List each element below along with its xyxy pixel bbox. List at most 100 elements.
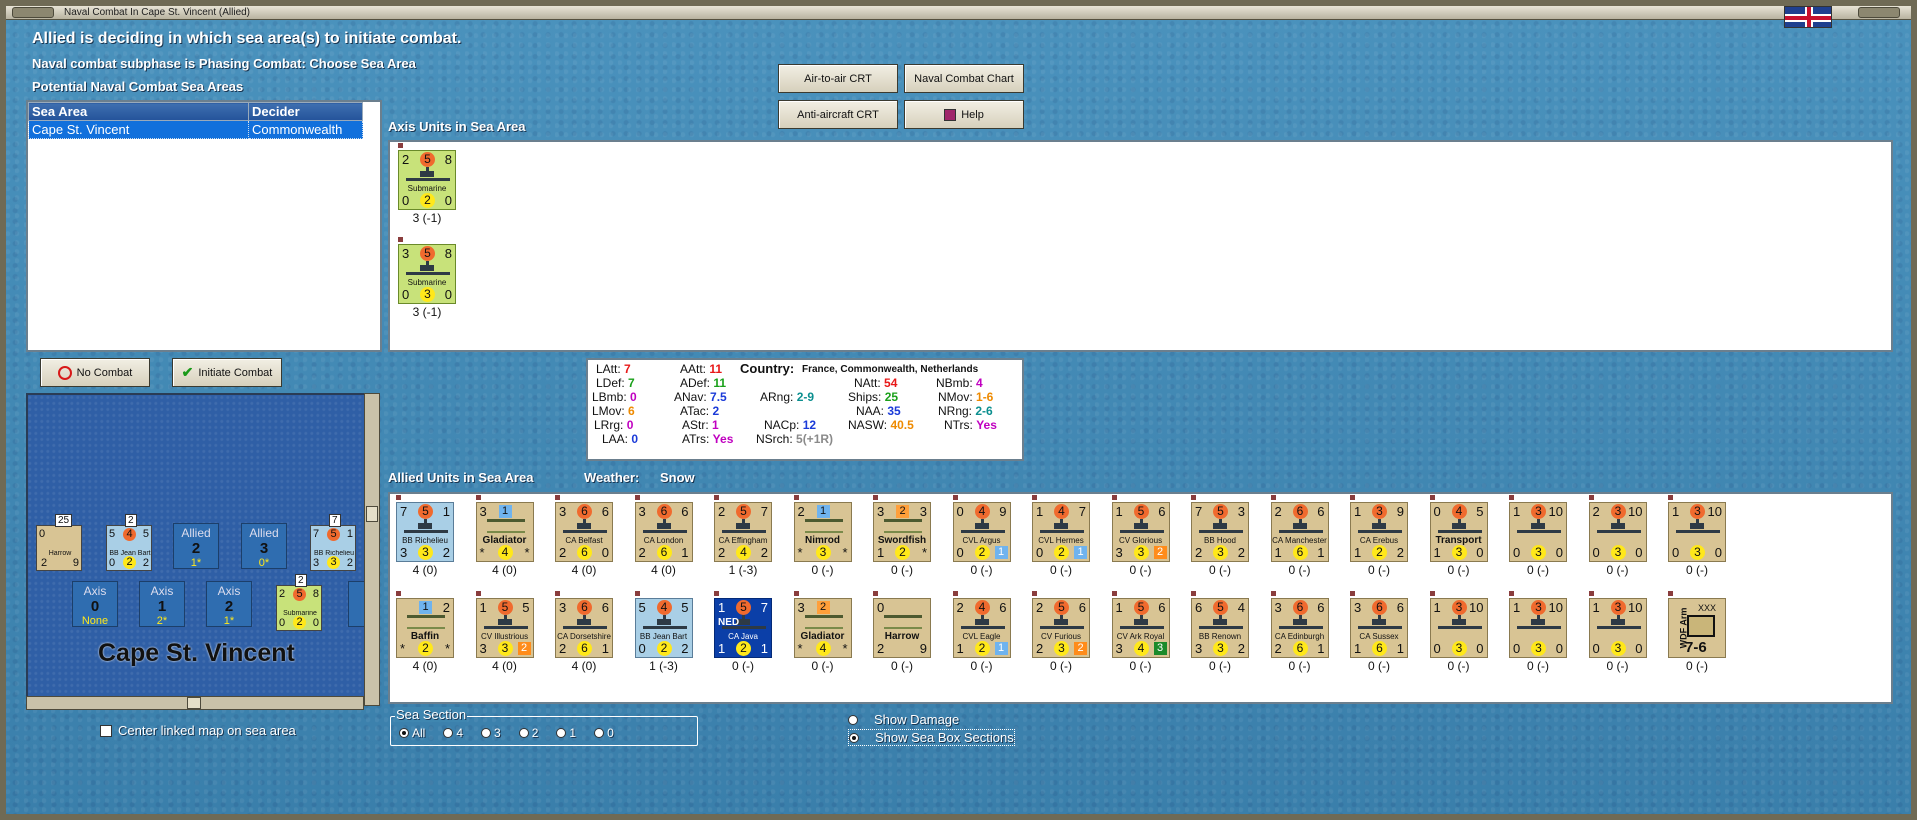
unit-counter[interactable]: WDF Arm 7-6 XXX — [1668, 598, 1726, 658]
vertical-scroll-thumb[interactable] — [366, 506, 378, 522]
window-menu-icon[interactable] — [12, 7, 54, 18]
unit-counter[interactable]: 0 9 4 CVL Argus 0 2 1 — [952, 502, 1011, 562]
unit-counter[interactable]: 3 8 5 Submarine 0 3 0 — [398, 244, 456, 304]
radio-circle[interactable] — [556, 728, 567, 738]
radio-circle[interactable] — [848, 714, 858, 725]
axis-sea-box[interactable]: Axis 0 None — [72, 581, 118, 627]
sea-area-list[interactable]: Sea Area Decider Cape St. Vincent Common… — [26, 100, 382, 352]
show-sea-box-radio[interactable]: Show Sea Box Sections — [848, 729, 1015, 746]
unit-name: CV Illustrious — [480, 632, 529, 641]
unit-counter[interactable]: 2 6 4 CVL Eagle 1 2 1 — [952, 598, 1011, 658]
radio-circle[interactable] — [518, 728, 529, 738]
counter-bottom-right: 1 — [1396, 641, 1404, 656]
radio-circle[interactable] — [443, 728, 454, 738]
unit-caption: 4 (0) — [492, 563, 517, 577]
unit-counter[interactable]: 2 7 5 CA Effingham 2 4 2 — [714, 502, 772, 562]
unit-counter[interactable]: 1 7 4 CVL Hermes 0 2 1 — [1032, 502, 1090, 562]
unit-counter[interactable]: 1 10 3 0 3 0 — [1588, 598, 1647, 658]
unit-counter[interactable]: 7 3 5 BB Hood 2 3 2 — [1191, 502, 1249, 562]
unit-counter[interactable]: 1 9 3 CA Erebus 1 2 2 — [1350, 502, 1408, 562]
unit-caption: 0 (-) — [1527, 563, 1549, 577]
center-map-checkbox[interactable]: Center linked map on sea area — [100, 723, 296, 738]
nation-flag-label: NED — [718, 617, 740, 628]
unit-counter[interactable]: 2 6 6 CA Manchester 1 6 1 — [1270, 502, 1329, 562]
anti-aircraft-crt-button[interactable]: Anti-aircraft CRT — [778, 100, 898, 129]
no-combat-button[interactable]: No Combat — [40, 358, 150, 387]
horizontal-scroll-thumb[interactable] — [187, 697, 201, 709]
unit-counter[interactable]: 3 6 6 CA Dorsetshire 2 6 1 — [555, 598, 613, 658]
unit-counter[interactable]: 0 5 4 Transport 1 3 0 — [1429, 502, 1488, 562]
window-close-icon[interactable] — [1858, 7, 1900, 18]
map-horizontal-scrollbar[interactable] — [26, 696, 364, 710]
center-map-label: Center linked map on sea area — [118, 723, 296, 738]
sea-section-option-1[interactable]: 1 — [556, 726, 576, 740]
unit-counter[interactable]: 1 7 5 NED CA Java 1 2 1 — [714, 598, 772, 658]
unit-counter[interactable]: 2 10 3 0 3 0 — [1588, 502, 1647, 562]
unit-counter[interactable]: 3 6 6 CA Belfast 2 6 0 — [555, 502, 613, 562]
map-unit-token[interactable]: 2 BB Jean Bart 5 4 5 0 2 2 — [106, 514, 152, 571]
unit-counter[interactable]: 3 3 2 Swordfish 1 2 * — [873, 502, 931, 562]
sea-section-option-all[interactable]: All — [399, 726, 425, 740]
map-unit-token[interactable]: 25 Harrow 0 9 2 — [36, 514, 82, 571]
naval-combat-chart-button[interactable]: Naval Combat Chart — [904, 64, 1024, 93]
unit-counter[interactable]: 1 10 3 0 3 0 — [1509, 598, 1567, 658]
allied-sea-box[interactable]: Allied 3 0* — [241, 523, 287, 569]
air-to-air-crt-button[interactable]: Air-to-air CRT — [778, 64, 898, 93]
decider-cell[interactable]: Commonwealth — [248, 120, 363, 139]
unit-counter[interactable]: 3 6 6 CA Edinburgh 2 6 1 — [1270, 598, 1329, 658]
col-decider[interactable]: Decider — [248, 102, 363, 121]
counter-top-right: 8 — [444, 246, 452, 261]
sea-section-option-3[interactable]: 3 — [481, 726, 501, 740]
radio-circle[interactable] — [849, 732, 859, 743]
unit-counter[interactable]: 3 2 Gladiator * 4 * — [793, 598, 852, 658]
counter-top-left: 6 — [1195, 600, 1203, 615]
map-unit-token[interactable]: 7 BB Richelieu 7 5 1 3 3 2 — [310, 514, 356, 571]
initiate-combat-button[interactable]: ✔ Initiate Combat — [172, 358, 282, 387]
unit-counter[interactable]: 2 1 Nimrod * 3 * — [793, 502, 852, 562]
col-sea-area[interactable]: Sea Area — [28, 102, 249, 121]
unit-counter[interactable]: 6 4 5 BB Renown 3 3 2 — [1191, 598, 1249, 658]
token-name: Harrow — [48, 550, 72, 557]
sea-area-map[interactable]: Allied 2 1* Allied 3 0* Axis 0 None Axis 1 2* Axis 2 1… — [26, 393, 378, 706]
checkbox-box[interactable] — [100, 724, 112, 737]
map-vertical-scrollbar[interactable] — [364, 393, 380, 706]
radio-circle[interactable] — [594, 728, 605, 738]
unit-marker-icon — [474, 590, 482, 597]
allied-sea-box[interactable]: Allied 2 1* — [173, 523, 219, 569]
unit-counter[interactable]: 2 1 Baffin * 2 * — [396, 598, 454, 658]
sea-section-option-0[interactable]: 0 — [594, 726, 614, 740]
sea-section-option-2[interactable]: 2 — [518, 726, 538, 740]
unit-counter[interactable]: 0 Harrow 2 9 — [873, 598, 931, 658]
show-damage-radio[interactable]: Show Damage — [848, 712, 959, 727]
unit-caption: 0 (-) — [1050, 563, 1072, 577]
unit-counter[interactable]: 3 6 6 CA London 2 6 1 — [634, 502, 693, 562]
unit-counter[interactable]: 1 10 3 0 3 0 — [1509, 502, 1567, 562]
table-row[interactable]: Cape St. Vincent Commonwealth — [28, 120, 363, 139]
counter-bottom-left: 3 — [1115, 545, 1123, 560]
unit-counter[interactable]: 1 6 5 CV Glorious 3 3 2 — [1111, 502, 1170, 562]
unit-counter[interactable]: 1 5 5 CV Illustrious 3 3 2 — [475, 598, 534, 658]
radio-circle[interactable] — [399, 728, 409, 738]
unit-marker-icon — [951, 590, 959, 597]
axis-sea-box[interactable]: Axis 1 2* — [139, 581, 185, 627]
sea-section-option-4[interactable]: 4 — [443, 726, 463, 740]
counter-top-right: 8 — [444, 152, 452, 167]
unit-counter[interactable]: 3 1 Gladiator * 4 * — [475, 502, 534, 562]
map-unit-token[interactable]: 2 Submarine 2 5 8 0 2 0 — [276, 574, 322, 631]
unit-counter[interactable]: 2 6 5 CV Furious 2 3 2 — [1032, 598, 1090, 658]
unit-counter[interactable]: 1 6 5 CV Ark Royal 3 4 3 — [1111, 598, 1170, 658]
help-button[interactable]: Help — [904, 100, 1024, 129]
sea-box-value: 3 — [259, 540, 269, 557]
radio-circle[interactable] — [481, 728, 492, 738]
unit-counter[interactable]: 5 5 4 BB Jean Bart 0 2 2 — [634, 598, 693, 658]
unit-counter[interactable]: 3 6 6 CA Sussex 1 6 1 — [1350, 598, 1408, 658]
unit-counter[interactable]: 7 1 5 BB Richelieu 3 3 2 — [396, 502, 454, 562]
sea-box-sub: 1* — [190, 557, 202, 569]
country-label: Country: — [740, 361, 795, 376]
unit-counter[interactable]: 2 8 5 Submarine 0 2 0 — [398, 150, 456, 210]
sea-area-cell[interactable]: Cape St. Vincent — [28, 120, 249, 139]
unit-counter[interactable]: 1 10 3 0 3 0 — [1668, 502, 1726, 562]
attack-circle: 5 — [1213, 504, 1228, 519]
axis-sea-box[interactable]: Axis 2 1* — [206, 581, 252, 627]
unit-counter[interactable]: 1 10 3 0 3 0 — [1429, 598, 1488, 658]
